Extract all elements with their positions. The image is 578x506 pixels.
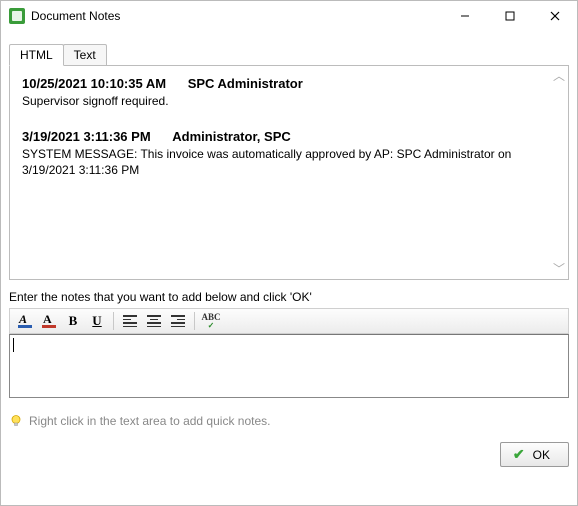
button-bar: ✔ OK (9, 442, 569, 467)
note-timestamp: 3/19/2021 3:11:36 PM (22, 129, 151, 144)
notes-list[interactable]: 10/25/2021 10:10:35 AM SPC Administrator… (10, 66, 568, 279)
check-icon: ✔ (513, 446, 525, 463)
note-entry: 10/25/2021 10:10:35 AM SPC Administrator… (22, 76, 548, 109)
note-author: SPC Administrator (188, 76, 303, 91)
note-timestamp: 10/25/2021 10:10:35 AM (22, 76, 166, 91)
note-author: Administrator, SPC (172, 129, 290, 144)
underline-button[interactable]: U (86, 311, 108, 331)
minimize-button[interactable] (442, 1, 487, 31)
notes-input[interactable] (9, 334, 569, 398)
ok-button-label: OK (533, 448, 550, 462)
instruction-text: Enter the notes that you want to add bel… (9, 290, 569, 304)
tabs-container: HTML Text 10/25/2021 10:10:35 AM SPC Adm… (9, 43, 569, 280)
note-body: Supervisor signoff required. (22, 93, 548, 109)
note-entry: 3/19/2021 3:11:36 PM Administrator, SPC … (22, 129, 548, 178)
lightbulb-icon (9, 414, 23, 428)
app-icon (9, 8, 25, 24)
bold-button[interactable]: B (62, 311, 84, 331)
scroll-up-icon[interactable]: ︿ (552, 70, 566, 82)
maximize-button[interactable] (487, 1, 532, 31)
toolbar-separator (194, 312, 195, 330)
ok-button[interactable]: ✔ OK (500, 442, 569, 467)
tab-text[interactable]: Text (63, 44, 107, 66)
bold-icon: B (69, 313, 78, 329)
note-body: SYSTEM MESSAGE: This invoice was automat… (22, 146, 548, 178)
window-title: Document Notes (31, 9, 442, 23)
font-color-icon: A (41, 313, 57, 329)
tab-strip: HTML Text (9, 43, 569, 65)
note-header: 3/19/2021 3:11:36 PM Administrator, SPC (22, 129, 548, 144)
editor-toolbar: A A B U ABC✓ (9, 308, 569, 334)
scroll-down-icon[interactable]: ﹀ (552, 263, 566, 275)
font-color-button[interactable]: A (38, 311, 60, 331)
scrollbar[interactable]: ︿ ﹀ (552, 66, 566, 279)
tab-label: HTML (20, 48, 53, 62)
text-caret (13, 338, 14, 352)
underline-icon: U (92, 313, 101, 329)
align-right-button[interactable] (167, 311, 189, 331)
highlight-icon: A (17, 313, 33, 329)
spellcheck-button[interactable]: ABC✓ (200, 311, 222, 331)
spellcheck-icon: ABC✓ (201, 313, 220, 330)
window-controls (442, 1, 577, 31)
highlight-button[interactable]: A (14, 311, 36, 331)
note-header: 10/25/2021 10:10:35 AM SPC Administrator (22, 76, 548, 91)
close-button[interactable] (532, 1, 577, 31)
tab-html[interactable]: HTML (9, 44, 64, 66)
align-center-icon (147, 315, 161, 327)
toolbar-separator (113, 312, 114, 330)
title-bar: Document Notes (1, 1, 577, 31)
content-area: HTML Text 10/25/2021 10:10:35 AM SPC Adm… (1, 31, 577, 475)
align-left-button[interactable] (119, 311, 141, 331)
align-center-button[interactable] (143, 311, 165, 331)
align-left-icon (123, 315, 137, 327)
tab-label: Text (74, 48, 96, 62)
hint-text: Right click in the text area to add quic… (29, 414, 270, 428)
notes-panel: 10/25/2021 10:10:35 AM SPC Administrator… (9, 65, 569, 280)
hint-row: Right click in the text area to add quic… (9, 414, 569, 428)
align-right-icon (171, 315, 185, 327)
